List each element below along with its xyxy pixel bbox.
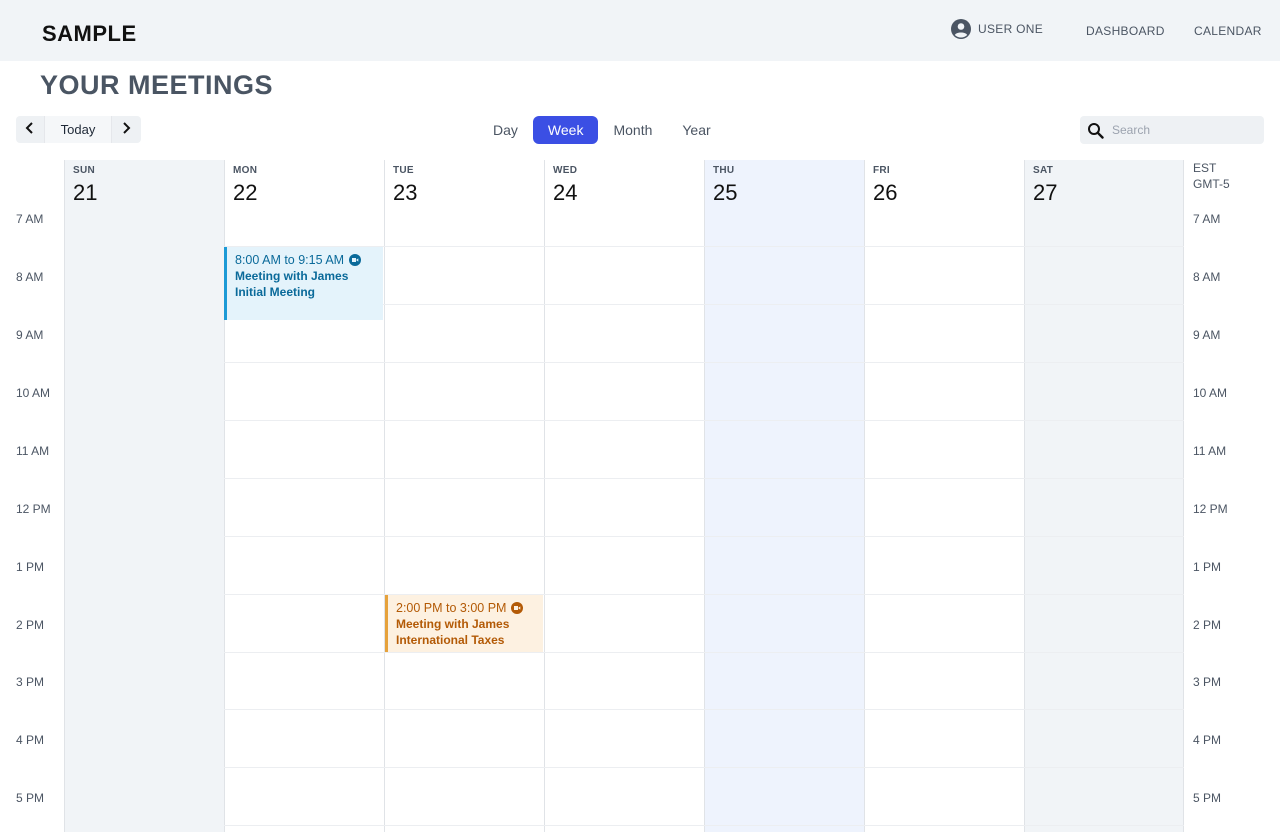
top-bar: SAMPLE USER ONE DASHBOARD CALENDAR <box>0 0 1280 61</box>
day-number: 27 <box>1033 180 1058 205</box>
next-button[interactable] <box>112 116 140 143</box>
hour-label: 7 AM <box>1193 212 1221 226</box>
day-name: SUN <box>73 165 96 176</box>
hour-label: 11 AM <box>16 444 50 458</box>
hour-line <box>224 478 1184 479</box>
day-number: 25 <box>713 180 738 205</box>
hour-line <box>224 652 1184 653</box>
chevron-right-icon <box>121 121 131 139</box>
day-column-sat[interactable]: SAT 27 <box>1024 160 1184 832</box>
event-card[interactable]: 8:00 AM to 9:15 AM Meeting with James In… <box>224 247 383 320</box>
day-number: 23 <box>393 180 418 205</box>
hour-label: 3 PM <box>16 675 45 689</box>
event-subtitle: International Taxes <box>396 633 505 647</box>
video-call-icon <box>511 602 524 614</box>
logo[interactable]: SAMPLE <box>42 21 137 47</box>
hour-label: 10 AM <box>1193 386 1228 400</box>
hour-label: 1 PM <box>1193 560 1222 574</box>
day-number: 21 <box>73 180 98 205</box>
tab-month[interactable]: Month <box>598 116 667 144</box>
timezone-offset: GMT-5 <box>1193 177 1230 191</box>
day-name: MON <box>233 165 258 176</box>
hour-line <box>224 420 1184 421</box>
chevron-left-icon <box>25 121 35 139</box>
search-box <box>1080 116 1264 144</box>
tab-day[interactable]: Day <box>478 116 533 144</box>
day-name: SAT <box>1033 165 1054 176</box>
event-title: Meeting with James <box>235 269 349 283</box>
hour-label: 4 PM <box>16 733 45 747</box>
date-navigation: Today <box>16 116 141 143</box>
day-name: TUE <box>393 165 414 176</box>
event-time-row: 2:00 PM to 3:00 PM <box>396 601 543 615</box>
search-input[interactable] <box>1112 123 1252 137</box>
hour-label: 10 AM <box>16 386 51 400</box>
hour-label: 5 PM <box>16 791 45 805</box>
hour-line <box>224 362 1184 363</box>
day-number: 24 <box>553 180 578 205</box>
previous-button[interactable] <box>16 116 44 143</box>
hour-label: 9 AM <box>16 328 44 342</box>
hour-label: 4 PM <box>1193 733 1222 747</box>
day-name: WED <box>553 165 578 176</box>
tab-year[interactable]: Year <box>667 116 725 144</box>
day-name: THU <box>713 165 735 176</box>
day-column-tue[interactable]: TUE 23 <box>384 160 544 832</box>
hour-line <box>224 594 1184 595</box>
hour-label: 11 AM <box>1193 444 1227 458</box>
event-subtitle: Initial Meeting <box>235 285 316 299</box>
hour-label: 3 PM <box>1193 675 1222 689</box>
week-grid: SUN 21 MON 22 TUE 23 WED 24 THU 25 FRI 2… <box>0 160 1280 832</box>
page-title: YOUR MEETINGS <box>40 70 274 100</box>
day-name: FRI <box>873 165 891 176</box>
user-name: USER ONE <box>978 22 1044 36</box>
tab-week[interactable]: Week <box>532 116 599 144</box>
event-title: Meeting with James <box>396 617 510 631</box>
event-time-row: 8:00 AM to 9:15 AM <box>235 253 383 267</box>
day-column-fri[interactable]: FRI 26 <box>864 160 1024 832</box>
hour-label: 1 PM <box>16 560 45 574</box>
video-call-icon <box>349 254 362 266</box>
day-column-thu[interactable]: THU 25 <box>704 160 864 832</box>
timezone-label: EST <box>1193 161 1217 175</box>
today-button[interactable]: Today <box>44 116 112 143</box>
hour-label: 5 PM <box>1193 791 1222 805</box>
hour-label: 8 AM <box>16 270 44 284</box>
user-avatar-icon <box>951 19 971 39</box>
hour-label: 2 PM <box>16 618 45 632</box>
event-card[interactable]: 2:00 PM to 3:00 PM Meeting with James In… <box>385 595 543 652</box>
hour-label: 9 AM <box>1193 328 1221 342</box>
hour-line <box>224 825 1184 826</box>
hour-line <box>224 767 1184 768</box>
hour-line <box>224 536 1184 537</box>
day-column-sun[interactable]: SUN 21 <box>64 160 224 832</box>
hour-label: 8 AM <box>1193 270 1221 284</box>
day-column-wed[interactable]: WED 24 <box>544 160 704 832</box>
nav-dashboard[interactable]: DASHBOARD <box>1086 24 1165 38</box>
hour-line <box>224 709 1184 710</box>
nav-calendar[interactable]: CALENDAR <box>1194 24 1262 38</box>
day-number: 22 <box>233 180 258 205</box>
user-menu[interactable]: USER ONE <box>951 19 1043 39</box>
event-time: 8:00 AM to 9:15 AM <box>235 253 345 267</box>
view-switcher: Day Week Month Year <box>478 116 726 144</box>
hour-label: 12 PM <box>16 502 51 516</box>
hour-label: 12 PM <box>1193 502 1228 516</box>
day-number: 26 <box>873 180 898 205</box>
hour-label: 2 PM <box>1193 618 1222 632</box>
event-time: 2:00 PM to 3:00 PM <box>396 601 507 615</box>
hour-label: 7 AM <box>16 212 44 226</box>
search-icon <box>1080 116 1110 144</box>
